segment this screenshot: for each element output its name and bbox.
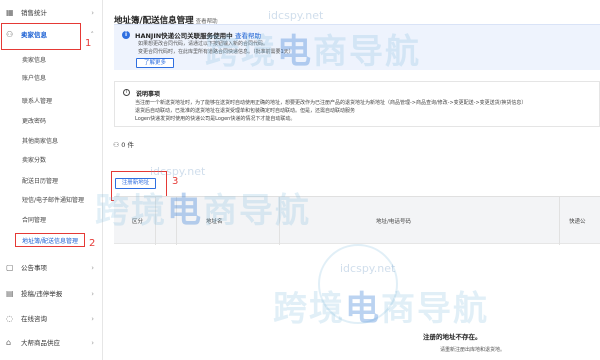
chevron-right-icon: ›	[91, 339, 94, 347]
empty-state-subtitle: 请重新注册出库地和退货地。	[440, 347, 506, 353]
column-header-type: 区分	[132, 219, 144, 225]
info-circle-icon: i	[123, 89, 130, 96]
column-divider	[559, 197, 560, 245]
chevron-right-icon: ›	[91, 290, 94, 298]
notice-line: 当注册一个新送货地址时，为了能够在送货时自动使用正确的地址，想要更改作为已注册产…	[135, 100, 527, 106]
seller-admin-page: ▦ 销售统计 › ⚇ 卖家信息 ˄ 卖家信息 账户信息 联系人管理 更改密码 其…	[0, 0, 600, 360]
annotation-number-2: 2	[89, 238, 96, 249]
chart-icon: ▦	[6, 8, 14, 17]
info-title: HANJIN快递公司关联服务使用中 查看帮助	[135, 30, 261, 40]
sidebar: ▦ 销售统计 › ⚇ 卖家信息 ˄ 卖家信息 账户信息 联系人管理 更改密码 其…	[0, 0, 103, 360]
annotation-box-2	[15, 233, 85, 247]
annotation-number-1: 1	[85, 38, 92, 49]
sidebar-item-label: 公告事项	[21, 264, 47, 272]
chevron-right-icon: ›	[91, 315, 94, 323]
sidebar-item-contracts[interactable]: 合同管理	[22, 216, 46, 225]
report-icon: ▤	[6, 289, 14, 298]
column-header-address-phone: 地址/电话号码	[376, 219, 411, 225]
sidebar-item-label: 投稿/违停举报	[21, 290, 63, 298]
info-line: 如果想更改合同代码，请通过以下按钮输入新的合同代码。	[138, 41, 269, 47]
calendar-icon: ▢	[6, 263, 14, 272]
main-content: 地址簿/配送信息管理 查看帮助 i HANJIN快递公司关联服务使用中 查看帮助 …	[103, 0, 600, 360]
address-count: ⚇ 0 件	[113, 139, 134, 149]
chevron-right-icon: ›	[91, 264, 94, 272]
info-title-text: HANJIN快递公司关联服务使用中	[135, 32, 233, 40]
column-header-address-name: 地址名	[206, 219, 223, 225]
sidebar-item-delivery-calendar[interactable]: 配送日历管理	[22, 177, 58, 186]
column-divider	[176, 197, 177, 245]
store-icon: ⌂	[6, 338, 12, 347]
sidebar-item-other-merchant-info[interactable]: 其他商家信息	[22, 137, 58, 146]
empty-state-title: 注册的地址不存在。	[423, 333, 482, 341]
notice-box: i 说明事项 当注册一个新送货地址时，为了能够在送货时自动使用正确的地址，想要更…	[114, 81, 600, 127]
sidebar-item-contacts[interactable]: 联系人管理	[22, 97, 52, 106]
chevron-right-icon: ›	[91, 9, 94, 17]
info-help-link[interactable]: 查看帮助	[235, 32, 261, 40]
people-icon: ⚇	[113, 141, 120, 149]
register-address-button[interactable]: 注册新地址	[115, 178, 156, 189]
sidebar-item-sms-email-notify[interactable]: 短信/电子邮件通知管理	[22, 196, 84, 205]
sidebar-item-change-password[interactable]: 更改密码	[22, 117, 46, 126]
notice-line: 退货后自动联动，已批准的送货地址在退货受理单和包装确定时自动联动。但是，还需自动…	[135, 108, 356, 114]
column-divider	[279, 197, 280, 245]
info-icon: i	[122, 31, 130, 39]
address-count-text: 0 件	[121, 141, 134, 149]
sidebar-item-seller-score[interactable]: 卖家分数	[22, 156, 46, 165]
annotation-box-1	[1, 23, 81, 50]
courier-info-box: i HANJIN快递公司关联服务使用中 查看帮助 如果想更改合同代码，请通过以下…	[114, 24, 600, 70]
notice-title: 说明事项	[136, 91, 161, 98]
sidebar-item-label: 销售统计	[21, 9, 47, 17]
sidebar-item-label: 在线咨询	[21, 315, 47, 323]
column-divider	[155, 197, 156, 245]
column-header-courier: 快递公	[569, 219, 586, 225]
notice-line: Logen快递发货时使用的快递公司是Logen快递的情况下才能自动联动。	[135, 116, 296, 122]
address-table-header: 区分 地址名 地址/电话号码 快递公	[114, 196, 600, 245]
sidebar-item-label: 大帮商品供应	[21, 339, 60, 347]
info-line: 变更合同代码时，在此库里所有道路合同快递信息。（批准前需要1天）	[138, 49, 294, 55]
sidebar-item-seller-info[interactable]: 卖家信息	[22, 56, 46, 65]
chat-icon: ◌	[6, 314, 13, 323]
learn-more-button[interactable]: 了解更多	[136, 58, 174, 68]
sidebar-item-account-info[interactable]: 账户信息	[22, 74, 46, 83]
